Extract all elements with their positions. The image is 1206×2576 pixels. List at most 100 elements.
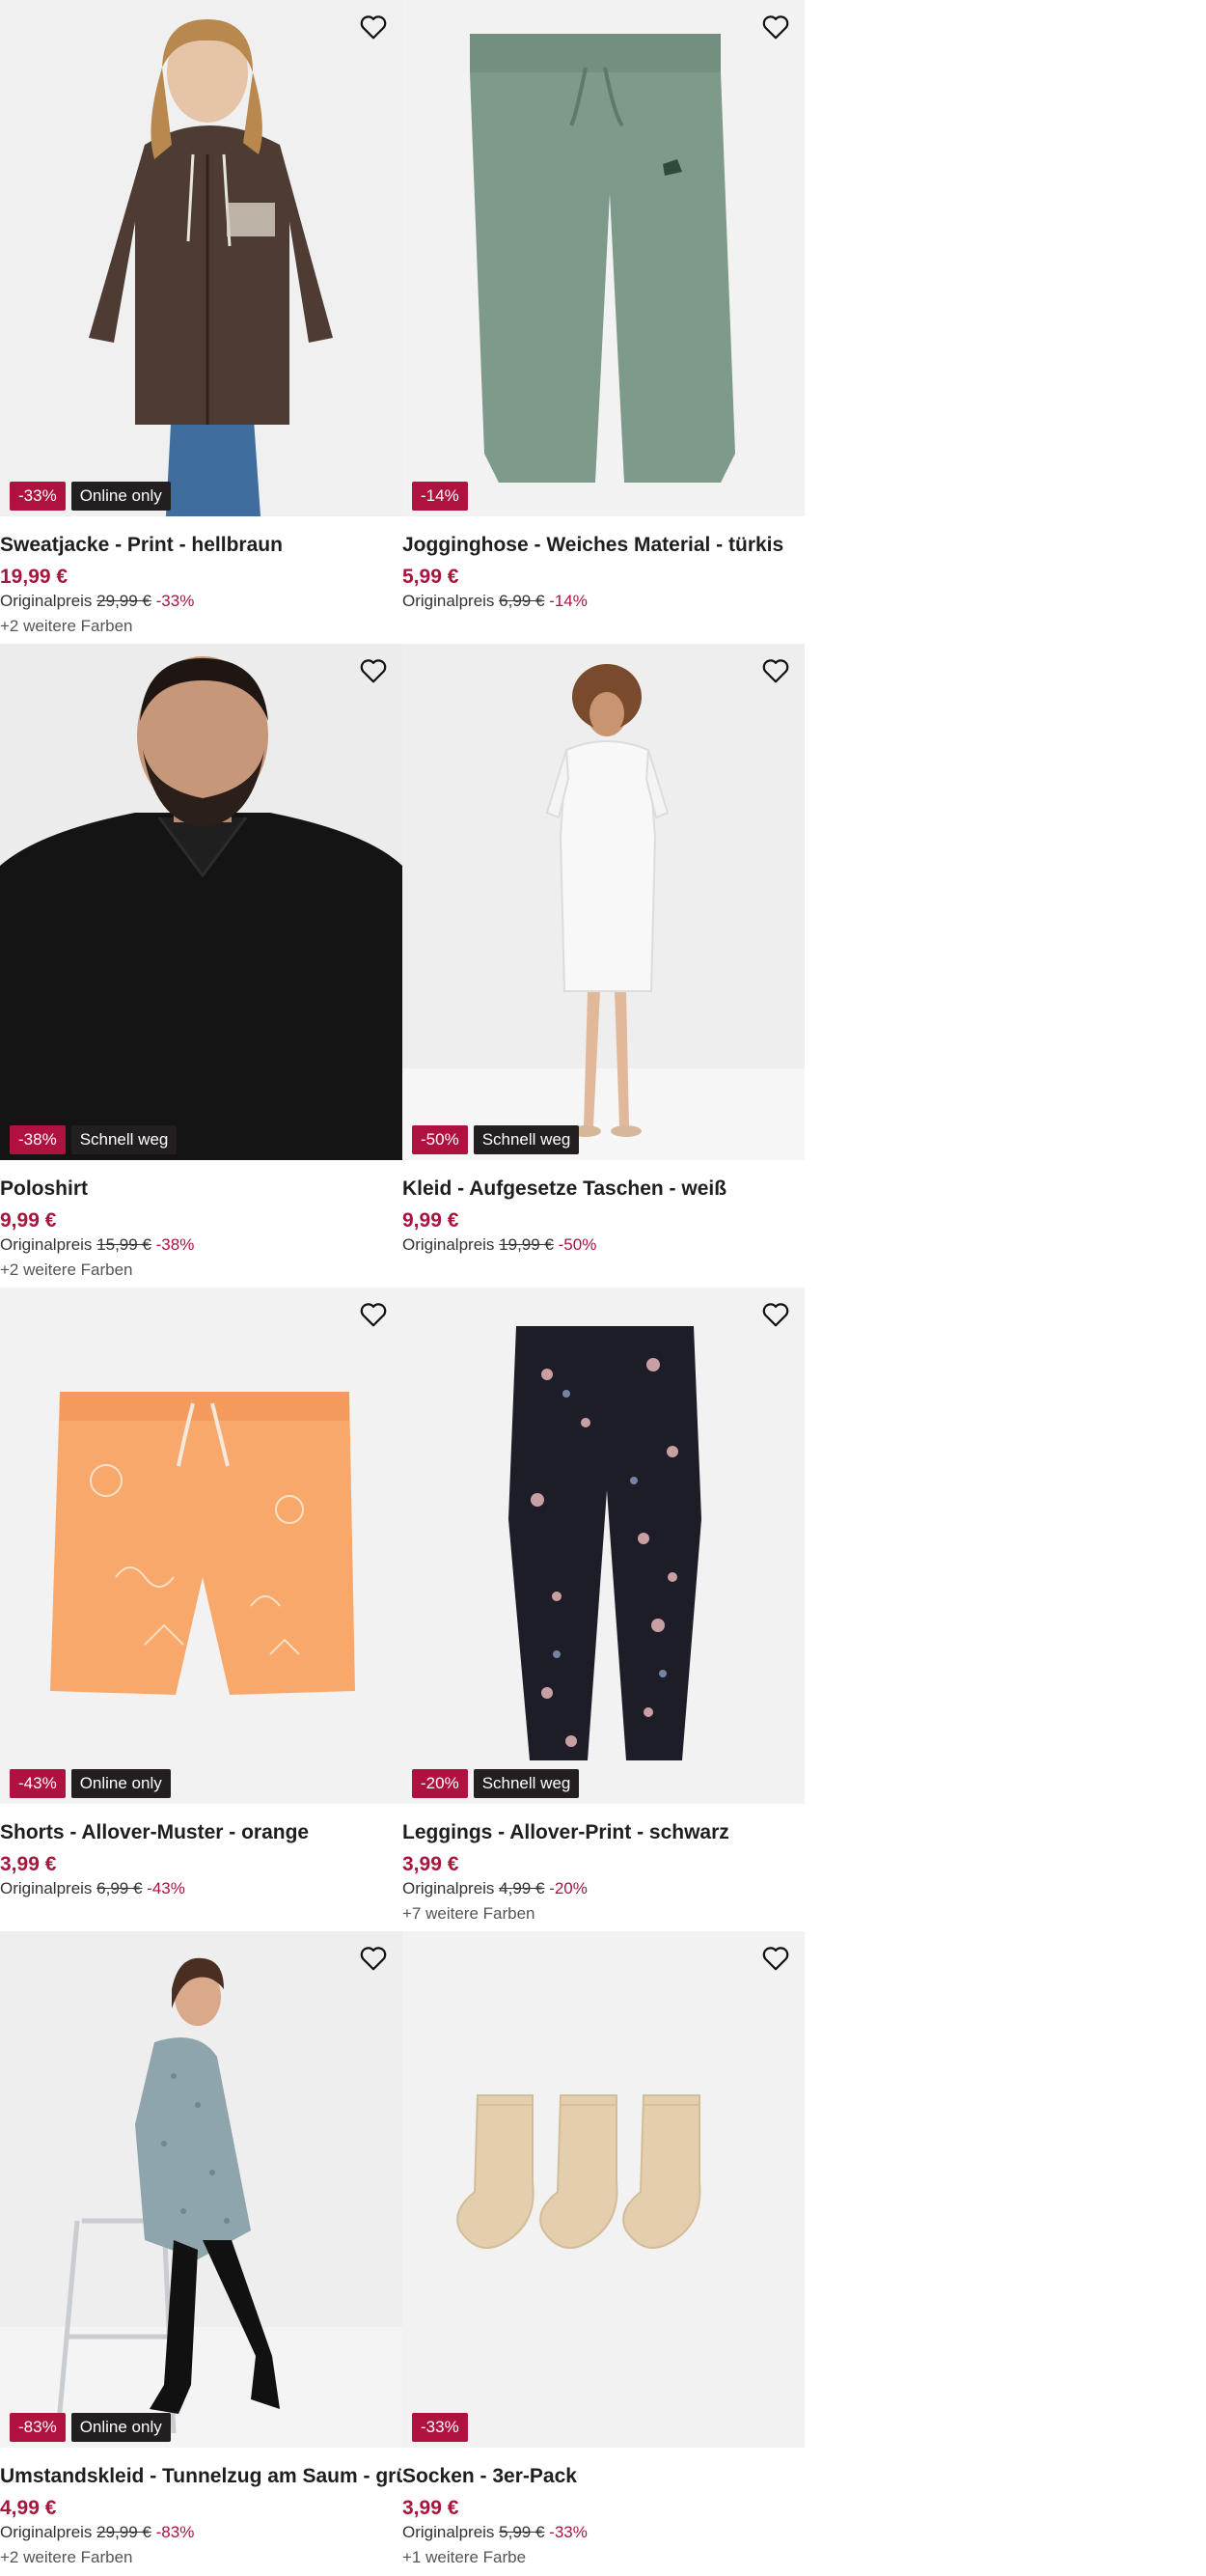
original-price-line: Originalpreis 29,99 € -33% [0, 591, 402, 612]
info-badge: Online only [70, 2413, 171, 2442]
original-price-label: Originalpreis [402, 1879, 495, 1897]
heart-outline-icon [762, 659, 789, 683]
product-image[interactable]: -20% Schnell weg [402, 1288, 805, 1804]
discount-badge: -83% [10, 2413, 66, 2442]
original-price-label: Originalpreis [402, 1235, 495, 1254]
original-price-label: Originalpreis [0, 1235, 93, 1254]
product-price: 5,99 € [402, 566, 459, 588]
product-price: 3,99 € [402, 1853, 459, 1875]
badges: -43% Online only [10, 1769, 171, 1798]
discount-percent: -33% [155, 592, 195, 610]
product-price: 3,99 € [402, 2497, 459, 2519]
favorite-button[interactable] [758, 1297, 793, 1332]
product-card[interactable]: -43% Online only Shorts - Allover-Muster… [0, 1288, 402, 1931]
original-price-label: Originalpreis [402, 2523, 495, 2541]
dress-image [402, 644, 805, 1160]
original-price-label: Originalpreis [0, 2523, 93, 2541]
product-price: 3,99 € [0, 1853, 57, 1875]
heart-outline-icon [360, 15, 387, 40]
discount-badge: -33% [412, 2413, 468, 2442]
info-badge: Schnell weg [473, 1769, 580, 1798]
product-image[interactable]: -14% [402, 0, 805, 516]
badges: -83% Online only [10, 2413, 171, 2442]
socks-image [402, 1931, 805, 2448]
original-price: 19,99 € [499, 1235, 554, 1254]
product-image[interactable]: -33% [402, 1931, 805, 2448]
product-card[interactable]: -50% Schnell weg Kleid - Aufgesetze Tasc… [402, 644, 805, 1288]
product-title[interactable]: Poloshirt [0, 1177, 402, 1202]
product-title[interactable]: Umstandskleid - Tunnelzug am Saum - grün [0, 2464, 402, 2489]
discount-percent: -14% [549, 592, 588, 610]
info-badge: Online only [70, 1769, 171, 1798]
info-badge: Online only [70, 482, 171, 511]
heart-outline-icon [762, 1947, 789, 1971]
discount-percent: -50% [558, 1235, 597, 1254]
product-price: 9,99 € [0, 1209, 57, 1232]
polo-image [0, 644, 402, 1160]
product-image[interactable]: -38% Schnell weg [0, 644, 402, 1160]
badges: -20% Schnell weg [412, 1769, 580, 1798]
product-card[interactable]: -83% Online only Umstandskleid - Tunnelz… [0, 1931, 402, 2575]
original-price-line: Originalpreis 5,99 € -33% [402, 2522, 805, 2543]
product-card[interactable]: -33% Socken - 3er-Pack 3,99 € Originalpr… [402, 1931, 805, 2575]
product-title[interactable]: Sweatjacke - Print - hellbraun [0, 533, 402, 558]
product-title[interactable]: Kleid - Aufgesetze Taschen - weiß [402, 1177, 805, 1202]
original-price: 15,99 € [96, 1235, 151, 1254]
favorite-button[interactable] [758, 1941, 793, 1976]
more-colors-link[interactable]: +2 weitere Farben [0, 1260, 402, 1281]
original-price-line: Originalpreis 4,99 € -20% [402, 1878, 805, 1899]
original-price: 6,99 € [96, 1879, 143, 1897]
discount-badge: -43% [10, 1769, 66, 1798]
discount-percent: -38% [155, 1235, 195, 1254]
product-card[interactable]: -14% Jogginghose - Weiches Material - tü… [402, 0, 805, 644]
product-card[interactable]: -20% Schnell weg Leggings - Allover-Prin… [402, 1288, 805, 1931]
product-card[interactable]: -38% Schnell weg Poloshirt 9,99 € Origin… [0, 644, 402, 1288]
more-colors-link[interactable]: +7 weitere Farben [402, 1903, 805, 1925]
favorite-button[interactable] [758, 653, 793, 688]
favorite-button[interactable] [356, 653, 391, 688]
original-price-label: Originalpreis [0, 1879, 93, 1897]
discount-badge: -38% [10, 1125, 66, 1154]
product-image[interactable]: -43% Online only [0, 1288, 402, 1804]
favorite-button[interactable] [356, 10, 391, 44]
heart-outline-icon [360, 659, 387, 683]
discount-badge: -14% [412, 482, 468, 511]
product-title[interactable]: Jogginghose - Weiches Material - türkis [402, 533, 805, 558]
heart-outline-icon [360, 1947, 387, 1971]
product-image[interactable]: -33% Online only [0, 0, 402, 516]
badges: -38% Schnell weg [10, 1125, 178, 1154]
original-price-label: Originalpreis [0, 592, 93, 610]
product-image[interactable]: -50% Schnell weg [402, 644, 805, 1160]
product-price: 19,99 € [0, 566, 69, 588]
original-price: 29,99 € [96, 2523, 151, 2541]
favorite-button[interactable] [356, 1941, 391, 1976]
product-price: 4,99 € [0, 2497, 57, 2519]
product-grid: -33% Online only Sweatjacke - Print - he… [0, 0, 805, 2575]
discount-percent: -43% [147, 1879, 185, 1897]
info-badge: Schnell weg [473, 1125, 580, 1154]
original-price-line: Originalpreis 6,99 € -14% [402, 591, 805, 612]
more-colors-link[interactable]: +1 weitere Farbe [402, 2547, 805, 2568]
product-card[interactable]: -33% Online only Sweatjacke - Print - he… [0, 0, 402, 644]
more-colors-link[interactable]: +2 weitere Farben [0, 2547, 402, 2568]
heart-outline-icon [762, 1303, 789, 1327]
original-price: 29,99 € [96, 592, 151, 610]
favorite-button[interactable] [356, 1297, 391, 1332]
original-price-line: Originalpreis 15,99 € -38% [0, 1234, 402, 1256]
discount-percent: -33% [549, 2523, 588, 2541]
product-image[interactable]: -83% Online only [0, 1931, 402, 2448]
more-colors-link[interactable]: +2 weitere Farben [0, 616, 402, 637]
maternity-dress-image [0, 1931, 402, 2448]
hoodie-image [0, 0, 402, 516]
discount-badge: -33% [10, 482, 66, 511]
product-title[interactable]: Socken - 3er-Pack [402, 2464, 805, 2489]
joggers-image [402, 0, 805, 516]
favorite-button[interactable] [758, 10, 793, 44]
product-title[interactable]: Shorts - Allover-Muster - orange [0, 1820, 402, 1845]
discount-percent: -83% [155, 2523, 195, 2541]
product-title[interactable]: Leggings - Allover-Print - schwarz [402, 1820, 805, 1845]
original-price-label: Originalpreis [402, 592, 495, 610]
discount-badge: -20% [412, 1769, 468, 1798]
discount-percent: -20% [549, 1879, 588, 1897]
shorts-image [0, 1288, 402, 1804]
